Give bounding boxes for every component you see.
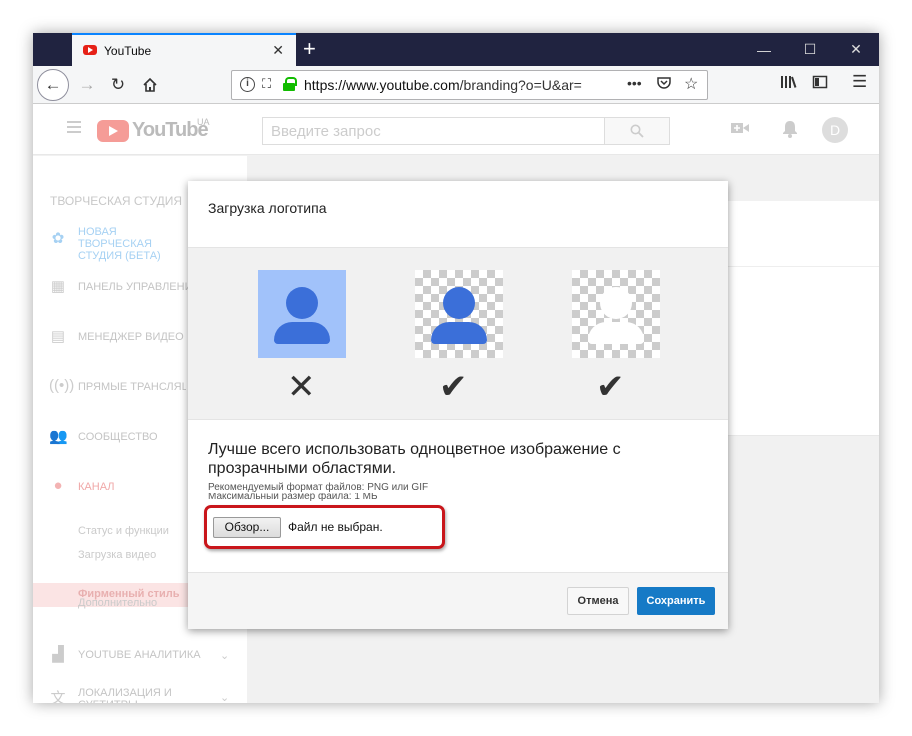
forward-button[interactable]: → [73,71,101,99]
search-input[interactable]: Введите запрос [262,117,605,145]
avatar[interactable]: D [822,117,848,143]
tab-title: YouTube [104,44,152,58]
reload-icon: ↻ [110,75,126,94]
examples-band: ✕ ✔ ✔ [188,247,728,420]
sidebar-subitem-upload[interactable]: Загрузка видео [78,549,156,561]
back-button[interactable]: ← [37,69,69,101]
sidebar-item-label: ПРЯМЫЕ ТРАНСЛЯЦИИ [78,381,186,393]
youtube-logo-icon[interactable] [97,120,129,142]
hamburger-menu-icon[interactable] [67,121,81,133]
browse-button[interactable]: Обзор... [213,517,281,538]
sidebar-subitem-advanced[interactable]: Дополнительно [78,597,157,609]
reload-button[interactable]: ↻ [104,71,132,99]
file-status-text: Файл не выбран. [288,520,383,534]
person-icon [415,270,503,358]
url-host: https://www.youtube.com [304,77,460,93]
translate-icon: 文 [50,690,66,703]
channel-icon: ● [53,477,63,494]
region-label: UA [197,117,210,127]
tab-youtube[interactable]: YouTube ✕ [72,33,296,66]
arrow-left-icon: ← [44,75,62,94]
bookmark-star-icon[interactable]: ☆ [684,74,698,94]
minimize-button[interactable]: — [741,33,787,66]
gear-icon: ✿ [51,230,65,247]
cross-icon: ✕ [287,368,316,406]
video-manager-icon: ▤ [50,328,66,345]
pocket-icon[interactable] [656,75,672,94]
analytics-icon: ▟ [52,646,64,663]
dialog-title: Загрузка логотипа [208,200,327,216]
upload-video-icon[interactable] [730,120,750,141]
home-button[interactable] [136,71,164,99]
search-icon [630,124,644,138]
chevron-down-icon: ⌄ [220,650,230,662]
recommendation-text: Лучше всего использовать одноцветное изо… [208,441,621,477]
sidebar-item-localization[interactable]: 文 ЛОКАЛИЗАЦИЯ И СУБТИТРЫ ⌄ [33,682,247,703]
library-icon[interactable] [780,74,797,94]
sidebar-item-analytics[interactable]: ▟ YOUTUBE АНАЛИТИКА ⌄ [33,640,247,670]
dashboard-icon: ▦ [50,278,66,295]
new-tab-button[interactable]: + [303,36,316,62]
notifications-bell-icon[interactable] [782,120,798,143]
upload-logo-dialog: Загрузка логотипа ✕ ✔ ✔ Лучше всего испо… [188,181,728,629]
sidebar-toggle-icon[interactable] [812,74,828,94]
search-placeholder: Введите запрос [271,123,381,140]
example-solid-background [258,270,346,358]
sidebar-item-label: YOUTUBE АНАЛИТИКА [78,649,201,661]
lock-icon[interactable] [283,77,297,91]
sidebar-item-label: ПАНЕЛЬ УПРАВЛЕНИЯ [78,281,188,293]
example-transparent-white [572,270,660,358]
save-button[interactable]: Сохранить [637,587,715,615]
url-text[interactable]: https://www.youtube.com/branding?o=U&ar= [304,77,594,93]
url-bar[interactable]: i ⛶ https://www.youtube.com/branding?o=U… [231,70,708,100]
sidebar-subitem-status[interactable]: Статус и функции [78,525,169,537]
cancel-button[interactable]: Отмена [567,587,629,615]
info-icon[interactable]: i [240,77,255,92]
chevron-down-icon: ⌄ [220,692,230,703]
sidebar-item-label: ЛОКАЛИЗАЦИЯ И СУБТИТРЫ [78,687,172,703]
live-icon: ((•)) [49,377,75,394]
title-bar: YouTube ✕ + — ☐ ✕ [33,33,879,66]
community-icon: 👥 [49,428,68,445]
tab-close-icon[interactable]: ✕ [272,42,284,59]
person-icon [258,270,346,358]
navigation-bar: ← → ↻ i ⛶ https://www.youtube.com/brandi… [33,66,879,104]
close-window-button[interactable]: ✕ [833,33,879,66]
person-icon [572,270,660,358]
checkmark-icon: ✔ [439,368,468,406]
youtube-favicon-icon [83,45,97,55]
browser-window: YouTube ✕ + — ☐ ✕ ← → ↻ i ⛶ https://www.… [33,33,879,703]
file-input-highlight: Обзор... Файл не выбран. [204,505,445,549]
search-button[interactable] [604,117,670,145]
maximize-button[interactable]: ☐ [787,33,833,66]
arrow-right-icon: → [78,75,96,94]
youtube-header: YouTube UA Введите запрос D [33,105,879,155]
url-path: /branding?o=U&ar= [459,77,582,93]
size-hint: Максимальный размер файла: 1 МБ [208,493,378,502]
page-actions-icon[interactable]: ••• [627,75,642,91]
sidebar-item-label: НОВАЯ ТВОРЧЕСКАЯ СТУДИЯ (БЕТА) [78,226,161,262]
format-hint: Рекомендуемый формат файлов: PNG или GIF [208,482,429,493]
menu-icon[interactable]: ☰ [852,72,867,92]
home-icon [143,77,157,92]
checkmark-icon: ✔ [596,368,625,406]
example-transparent-blue [415,270,503,358]
dialog-footer: Отмена Сохранить [188,572,728,629]
permissions-icon[interactable]: ⛶ [262,76,271,92]
size-hint-clip: Максимальный размер файла: 1 МБ [208,493,468,502]
sidebar-title: ТВОРЧЕСКАЯ СТУДИЯ [50,194,183,208]
